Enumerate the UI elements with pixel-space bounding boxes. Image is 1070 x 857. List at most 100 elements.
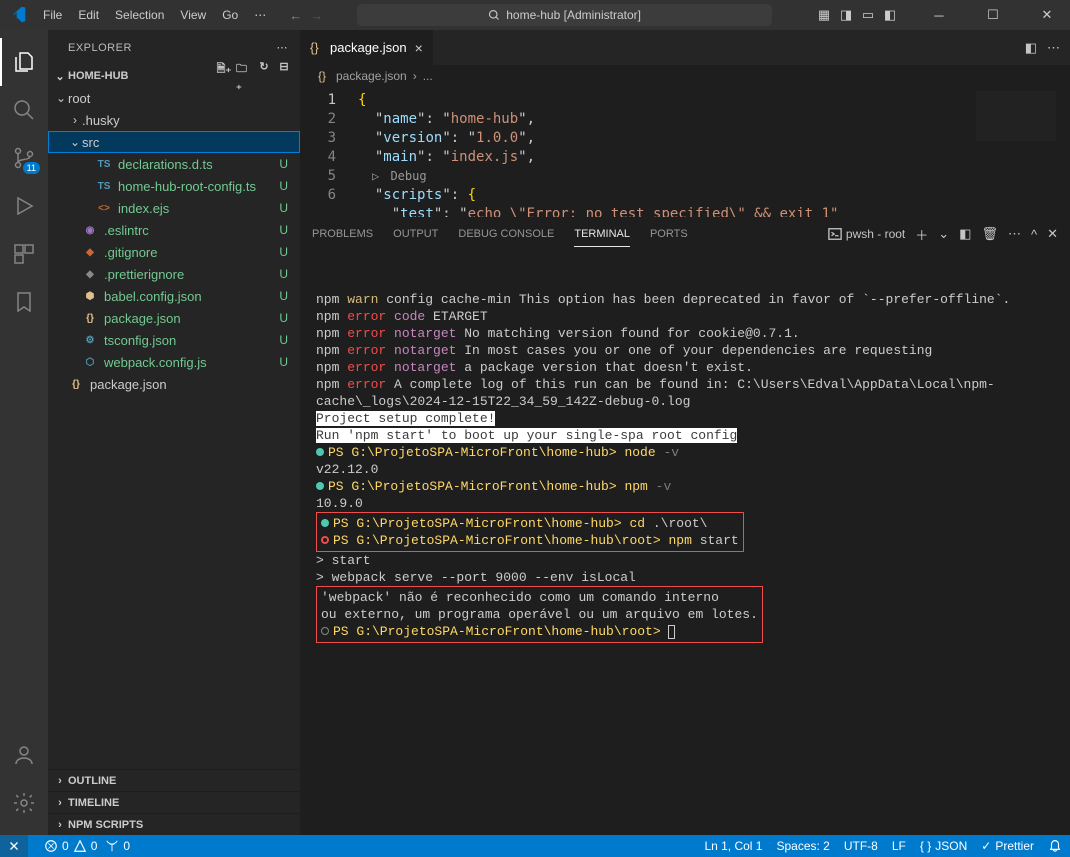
panel-tabs: PROBLEMS OUTPUT DEBUG CONSOLE TERMINAL P…: [300, 218, 1070, 251]
split-editor-icon[interactable]: ◧: [1025, 40, 1037, 56]
toggle-sidebar-icon[interactable]: ◧: [882, 7, 898, 23]
remote-button[interactable]: [0, 835, 28, 857]
menu-view[interactable]: View: [172, 0, 214, 30]
tab-package-json[interactable]: {} package.json ×: [300, 30, 434, 65]
activity-extensions[interactable]: [0, 230, 48, 278]
timeline-section[interactable]: ›TIMELINE: [48, 791, 300, 813]
git-status-badge: U: [279, 311, 292, 325]
status-prettier[interactable]: ✓ Prettier: [981, 839, 1034, 853]
tree-item[interactable]: ⬢babel.config.jsonU: [48, 285, 300, 307]
tree-item[interactable]: TShome-hub-root-config.tsU: [48, 175, 300, 197]
activity-account[interactable]: [0, 731, 48, 779]
tree-item[interactable]: ◉.eslintrcU: [48, 219, 300, 241]
minimap[interactable]: [976, 91, 1056, 141]
status-ports[interactable]: 0: [105, 839, 130, 853]
split-terminal-icon[interactable]: ◧: [959, 226, 971, 242]
status-notifications[interactable]: [1048, 838, 1062, 855]
more-panel-icon[interactable]: ⋯: [1008, 226, 1021, 242]
status-ln-col[interactable]: Ln 1, Col 1: [704, 839, 762, 853]
nav-back-icon[interactable]: ←: [289, 8, 302, 23]
status-encoding[interactable]: UTF-8: [844, 839, 878, 853]
bell-icon: [1048, 838, 1062, 852]
menu-bar: File Edit Selection View Go ⋯: [35, 0, 274, 30]
editor-body[interactable]: 123456 { "name": "home-hub", "version": …: [300, 87, 1070, 217]
layout-controls: ▦ ◨ ▭ ◧: [806, 7, 908, 23]
file-name: index.ejs: [118, 201, 169, 216]
kill-terminal-icon[interactable]: 🗑: [981, 226, 998, 242]
status-problems[interactable]: 0 0: [44, 839, 97, 853]
status-idle-icon: [321, 627, 329, 635]
menu-file[interactable]: File: [35, 0, 70, 30]
tree-item[interactable]: TSdeclarations.d.tsU: [48, 153, 300, 175]
breadcrumb-file: package.json: [336, 69, 407, 83]
tree-item[interactable]: ⌄root: [48, 87, 300, 109]
error-icon: [44, 839, 58, 853]
toggle-secondary-icon[interactable]: ▭: [860, 7, 876, 23]
terminal-line: PS G:\ProjetoSPA-MicroFront\home-hub> no…: [316, 444, 1054, 461]
maximize-panel-icon[interactable]: ^: [1031, 227, 1037, 242]
close-tab-icon[interactable]: ×: [415, 40, 423, 56]
tree-item[interactable]: ⚙tsconfig.jsonU: [48, 329, 300, 351]
menu-more[interactable]: ⋯: [246, 0, 274, 30]
activity-settings[interactable]: [0, 779, 48, 827]
menu-go[interactable]: Go: [214, 0, 246, 30]
tab-debug-console[interactable]: DEBUG CONSOLE: [458, 222, 554, 246]
folder-section-header[interactable]: ⌄ HOME-HUB 🗎₊ 🗀₊ ↻ ⊟: [48, 65, 300, 87]
tree-item[interactable]: {}package.json: [48, 373, 300, 395]
menu-selection[interactable]: Selection: [107, 0, 172, 30]
file-name: .husky: [82, 113, 120, 128]
file-icon: ⬡: [82, 357, 98, 368]
remote-icon: [7, 839, 21, 853]
nav-forward-icon[interactable]: →: [310, 8, 323, 23]
git-status-badge: U: [279, 179, 292, 193]
code-content[interactable]: { "name": "home-hub", "version": "1.0.0"…: [350, 87, 838, 217]
activity-search[interactable]: [0, 86, 48, 134]
tree-item[interactable]: ◆.gitignoreU: [48, 241, 300, 263]
activity-source-control[interactable]: 11: [0, 134, 48, 182]
toggle-panel-icon[interactable]: ◨: [838, 7, 854, 23]
status-eol[interactable]: LF: [892, 839, 906, 853]
tree-item[interactable]: ›.husky: [48, 109, 300, 131]
minimize-button[interactable]: ─: [916, 0, 962, 30]
file-name: home-hub-root-config.ts: [118, 179, 256, 194]
terminal-line: Project setup complete!: [316, 410, 1054, 427]
nav-arrows: ← →: [289, 8, 323, 23]
file-name: webpack.config.js: [104, 355, 207, 370]
more-actions-icon[interactable]: ⋯: [1047, 40, 1060, 56]
terminal-launcher[interactable]: pwsh - root: [828, 227, 905, 241]
terminal-body[interactable]: npm warn config cache-min This option ha…: [300, 251, 1070, 835]
tree-item[interactable]: ⬡webpack.config.jsU: [48, 351, 300, 373]
explorer-more-icon[interactable]: ⋯: [277, 41, 289, 54]
new-terminal-icon[interactable]: ＋: [915, 225, 928, 244]
breadcrumb-sep: ›: [413, 69, 417, 83]
terminal-dropdown-icon[interactable]: ⌄: [938, 226, 949, 242]
layout-customize-icon[interactable]: ▦: [816, 7, 832, 23]
tree-item[interactable]: ◆.prettierignoreU: [48, 263, 300, 285]
status-language[interactable]: { } JSON: [920, 839, 967, 853]
menu-edit[interactable]: Edit: [70, 0, 107, 30]
activity-explorer[interactable]: [0, 38, 48, 86]
tab-terminal[interactable]: TERMINAL: [574, 222, 630, 246]
file-name: babel.config.json: [104, 289, 202, 304]
terminal-line: npm error notarget No matching version f…: [316, 325, 1054, 342]
tab-ports[interactable]: PORTS: [650, 222, 688, 246]
tab-output[interactable]: OUTPUT: [393, 222, 438, 246]
status-spaces[interactable]: Spaces: 2: [776, 839, 829, 853]
npm-scripts-section[interactable]: ›NPM SCRIPTS: [48, 813, 300, 835]
tree-item[interactable]: {}package.jsonU: [48, 307, 300, 329]
tree-item[interactable]: <>index.ejsU: [48, 197, 300, 219]
close-button[interactable]: ✕: [1024, 0, 1070, 30]
command-center[interactable]: home-hub [Administrator]: [357, 4, 772, 26]
tab-problems[interactable]: PROBLEMS: [312, 222, 373, 246]
activity-run-debug[interactable]: [0, 182, 48, 230]
close-panel-icon[interactable]: ✕: [1047, 226, 1058, 242]
search-icon: [488, 9, 500, 21]
breadcrumb[interactable]: {} package.json › ...: [300, 65, 1070, 87]
explorer-title: EXPLORER: [68, 42, 132, 54]
outline-section[interactable]: ›OUTLINE: [48, 769, 300, 791]
activity-bookmark[interactable]: [0, 278, 48, 326]
maximize-button[interactable]: ☐: [970, 0, 1016, 30]
terminal-cursor: [668, 625, 675, 639]
account-icon: [12, 743, 36, 767]
tree-item[interactable]: ⌄src: [48, 131, 300, 153]
